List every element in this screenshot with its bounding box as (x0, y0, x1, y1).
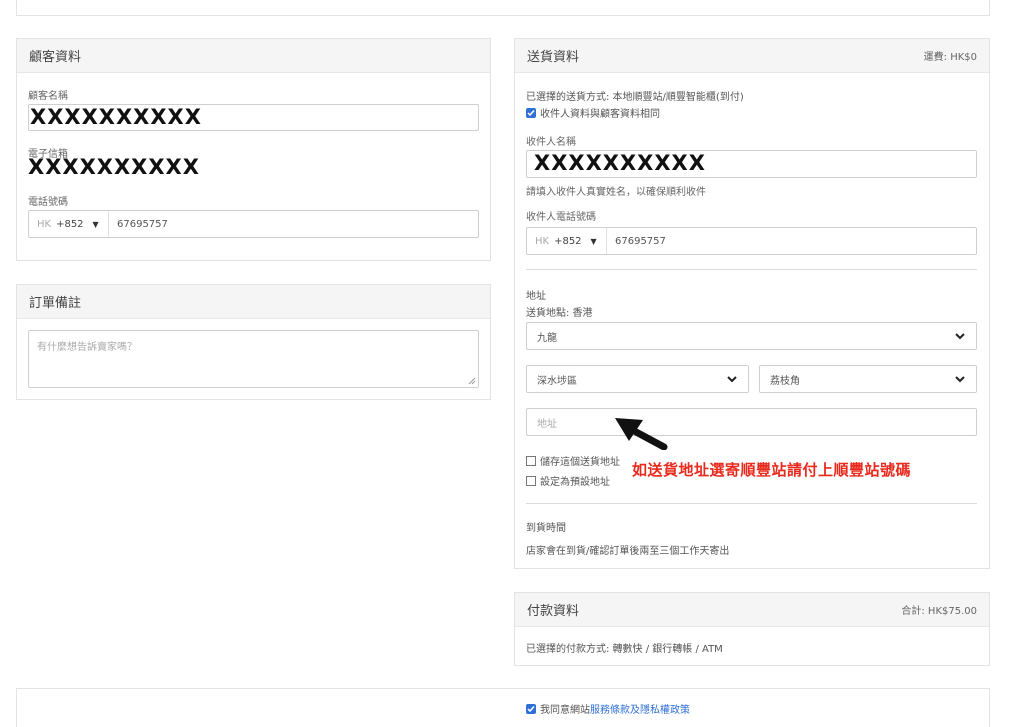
agreement-panel: 我同意網站 服務條款及隱私權政策 (16, 688, 990, 727)
customer-email-value: XXXXXXXXXX (28, 155, 200, 179)
address-placeholder: 地址 (537, 418, 557, 430)
address-label: 地址 (526, 291, 546, 302)
caret-down-icon: ▼ (590, 236, 597, 246)
customer-phone-number: 67695757 (117, 218, 168, 230)
recipient-phone-field[interactable]: HK +852 ▼ 67695757 (526, 227, 977, 255)
agree-terms-prefix: 我同意網站 (540, 705, 590, 716)
caret-down-icon: ▼ (92, 219, 99, 229)
checkbox-checked-icon (526, 107, 536, 118)
area-value: 荔枝角 (770, 375, 800, 387)
checkbox-checked-icon (526, 703, 536, 714)
order-note-header: 訂單備註 (17, 285, 490, 319)
delivery-info-header: 送貨資料 運費: HK$0 (515, 39, 989, 73)
customer-info-panel: 顧客資料 顧客名稱 XXXXXXXXXX 電子信箱 XXXXXXXXXX 電話號… (16, 38, 491, 261)
district-value: 深水埗區 (537, 375, 577, 387)
agree-terms-checkbox[interactable]: 我同意網站 服務條款及隱私權政策 (526, 701, 690, 716)
order-note-title: 訂單備註 (29, 296, 82, 311)
order-note-panel: 訂單備註 有什麼想告訴賣家嗎？ (16, 284, 491, 400)
customer-name-label: 顧客名稱 (28, 91, 68, 102)
payment-total: 合計: HK$75.00 (901, 606, 977, 617)
annotation-arrow-icon (615, 418, 668, 450)
same-as-customer-checkbox[interactable]: 收件人資料與顧客資料相同 (526, 105, 660, 120)
customer-info-title: 顧客資料 (29, 50, 82, 65)
region-value: 九龍 (537, 332, 557, 344)
payment-info-header: 付款資料 合計: HK$75.00 (515, 593, 989, 627)
delivery-method-text: 已選擇的送貨方式: 本地順豐站/順豐智能櫃(到付) (526, 92, 744, 103)
arrival-divider (526, 503, 977, 504)
terms-privacy-link[interactable]: 服務條款及隱私權政策 (590, 701, 690, 716)
phone-country-select[interactable]: HK +852 ▼ (29, 211, 109, 237)
order-note-textarea[interactable]: 有什麼想告訴賣家嗎？ (28, 330, 479, 388)
arrival-time-label: 到貨時間 (526, 523, 566, 534)
checkbox-empty-icon (526, 455, 536, 466)
arrival-time-text: 店家會在到貨/確認訂單後兩至三個工作天寄出 (526, 546, 730, 557)
order-note-placeholder: 有什麼想告訴賣家嗎？ (37, 342, 137, 353)
recipient-name-label: 收件人名稱 (526, 137, 576, 148)
set-default-label: 設定為預設地址 (540, 477, 610, 488)
annotation-text: 如送貨地址選寄順豐站請付上順豐站號碼 (632, 461, 912, 479)
same-as-customer-label: 收件人資料與顧客資料相同 (540, 109, 660, 120)
payment-method-text: 已選擇的付款方式: 轉數快 / 銀行轉帳 / ATM (526, 644, 723, 655)
region-select[interactable]: 九龍 (526, 322, 977, 350)
recipient-phone-label: 收件人電話號碼 (526, 212, 596, 223)
delivery-info-panel: 送貨資料 運費: HK$0 已選擇的送貨方式: 本地順豐站/順豐智能櫃(到付) … (514, 38, 990, 569)
payment-info-title: 付款資料 (527, 604, 580, 619)
area-select[interactable]: 荔枝角 (759, 365, 977, 393)
chevron-down-icon (955, 376, 965, 383)
recipient-phone-country-select[interactable]: HK +852 ▼ (527, 228, 607, 254)
chevron-down-icon (727, 376, 737, 383)
delivery-location-text: 送貨地點: 香港 (526, 308, 593, 319)
recipient-name-value: XXXXXXXXXX (534, 151, 706, 175)
set-default-checkbox[interactable]: 設定為預設地址 (526, 473, 610, 488)
recipient-name-hint: 請填入收件人真實姓名，以確保順利收件 (526, 187, 706, 198)
payment-info-panel: 付款資料 合計: HK$75.00 已選擇的付款方式: 轉數快 / 銀行轉帳 /… (514, 592, 990, 666)
save-address-checkbox[interactable]: 儲存這個送貨地址 (526, 453, 620, 468)
delivery-info-title: 送貨資料 (527, 50, 580, 65)
save-address-label: 儲存這個送貨地址 (540, 457, 620, 468)
district-select[interactable]: 深水埗區 (526, 365, 749, 393)
customer-info-header: 顧客資料 (17, 39, 490, 73)
address-input[interactable]: 地址 (526, 408, 977, 436)
checkbox-empty-icon (526, 475, 536, 486)
top-panel-partial (16, 0, 990, 16)
chevron-down-icon (955, 333, 965, 340)
resize-handle-icon[interactable] (468, 377, 476, 385)
recipient-phone-number: 67695757 (615, 235, 666, 247)
delivery-divider (526, 269, 977, 270)
shipping-fee: 運費: HK$0 (923, 52, 977, 63)
customer-phone-label: 電話號碼 (28, 197, 68, 208)
customer-phone-field[interactable]: HK +852 ▼ 67695757 (28, 210, 479, 238)
customer-name-value: XXXXXXXXXX (30, 105, 202, 129)
